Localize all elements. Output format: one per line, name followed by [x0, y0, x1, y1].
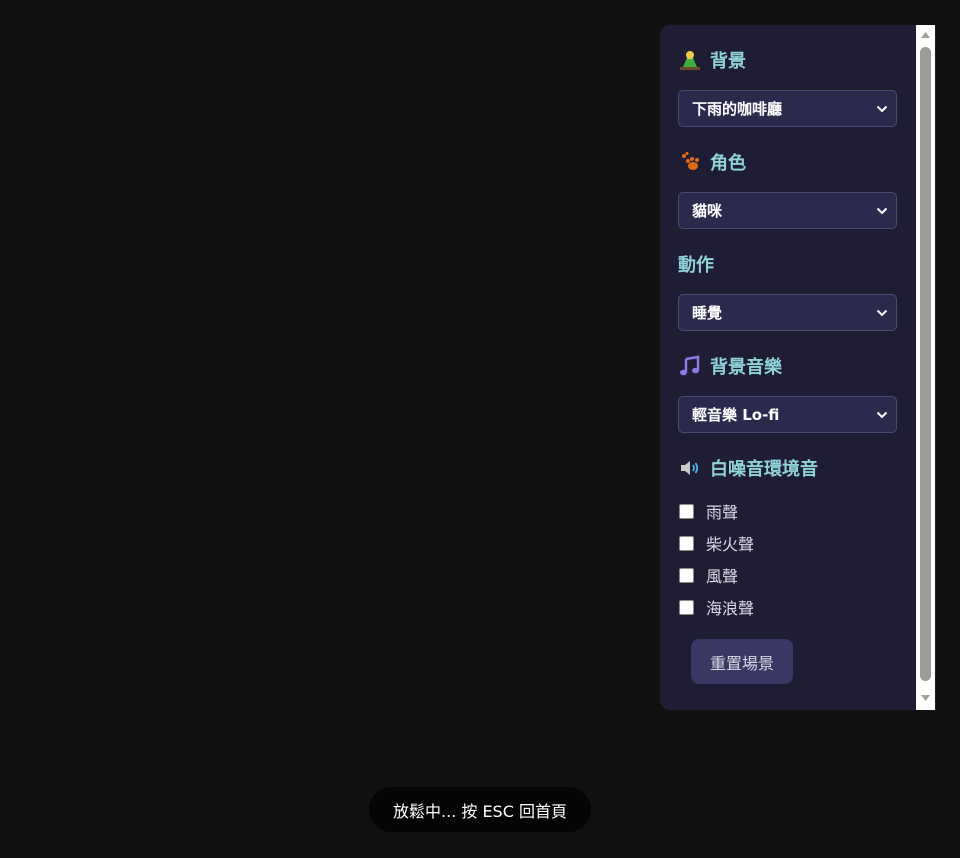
- music-select-value: 輕音樂 Lo-fi: [692, 406, 780, 424]
- settings-panel-content: 背景 下雨的咖啡廳 角色 貓咪 動作 睡覺 背景音樂 輕音樂 Lo-fi 白噪音…: [660, 25, 916, 710]
- wind-checkbox[interactable]: [679, 567, 694, 583]
- chevron-down-icon: [876, 207, 888, 214]
- character-select-value: 貓咪: [692, 202, 723, 220]
- wind-label: 風聲: [706, 567, 739, 586]
- noise-title: 白噪音環境音: [678, 455, 898, 481]
- character-title-text: 角色: [710, 153, 746, 174]
- rain-checkbox[interactable]: [679, 503, 694, 519]
- panel-scrollbar[interactable]: [916, 25, 935, 710]
- background-title: 背景: [678, 47, 898, 73]
- music-select[interactable]: 輕音樂 Lo-fi: [678, 396, 897, 433]
- scroll-thumb[interactable]: [920, 47, 931, 681]
- noise-option-fire[interactable]: 柴火聲: [678, 527, 898, 559]
- chevron-down-icon: [876, 411, 888, 418]
- scroll-up-arrow-icon[interactable]: [920, 31, 931, 39]
- esc-hint-toast: 放鬆中... 按 ESC 回首頁: [369, 787, 591, 832]
- noise-title-text: 白噪音環境音: [710, 459, 818, 480]
- settings-panel: 背景 下雨的咖啡廳 角色 貓咪 動作 睡覺 背景音樂 輕音樂 Lo-fi 白噪音…: [660, 25, 936, 710]
- fire-label: 柴火聲: [706, 535, 755, 554]
- chevron-down-icon: [876, 309, 888, 316]
- action-select[interactable]: 睡覺: [678, 294, 897, 331]
- music-note-icon: [678, 354, 702, 378]
- background-select[interactable]: 下雨的咖啡廳: [678, 90, 897, 127]
- chevron-down-icon: [876, 105, 888, 112]
- speaker-icon: [678, 456, 702, 480]
- waves-label: 海浪聲: [706, 599, 755, 618]
- character-title: 角色: [678, 149, 898, 175]
- action-title-text: 動作: [678, 255, 714, 276]
- noise-checklist: 雨聲 柴火聲 風聲 海浪聲: [678, 495, 898, 623]
- noise-option-waves[interactable]: 海浪聲: [678, 591, 898, 623]
- action-select-value: 睡覺: [692, 304, 723, 322]
- scroll-down-arrow-icon[interactable]: [920, 694, 931, 702]
- character-select[interactable]: 貓咪: [678, 192, 897, 229]
- park-icon: [678, 48, 702, 72]
- action-title: 動作: [678, 251, 898, 277]
- noise-option-wind[interactable]: 風聲: [678, 559, 898, 591]
- music-title-text: 背景音樂: [710, 357, 782, 378]
- rain-label: 雨聲: [706, 503, 739, 522]
- fire-checkbox[interactable]: [679, 535, 694, 551]
- noise-option-rain[interactable]: 雨聲: [678, 495, 898, 527]
- paw-icon: [678, 150, 702, 174]
- background-select-value: 下雨的咖啡廳: [692, 100, 783, 118]
- waves-checkbox[interactable]: [679, 599, 694, 615]
- music-title: 背景音樂: [678, 353, 898, 379]
- relax-stage: 背景 下雨的咖啡廳 角色 貓咪 動作 睡覺 背景音樂 輕音樂 Lo-fi 白噪音…: [0, 0, 960, 858]
- reset-scene-button[interactable]: 重置場景: [691, 639, 793, 684]
- background-title-text: 背景: [710, 51, 746, 72]
